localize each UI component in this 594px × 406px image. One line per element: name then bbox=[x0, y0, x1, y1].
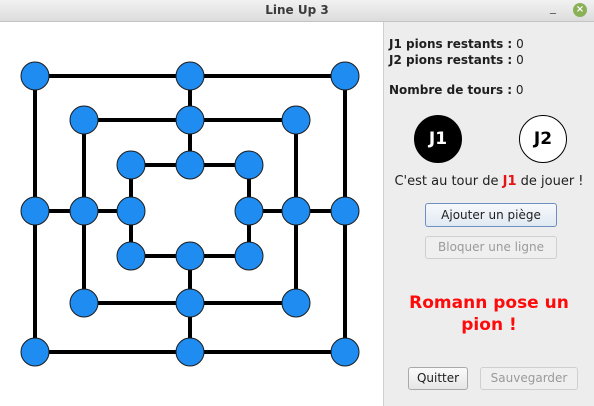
close-icon[interactable]: × bbox=[573, 3, 587, 17]
board-point[interactable] bbox=[175, 150, 205, 180]
board-point[interactable] bbox=[175, 241, 205, 271]
board-point[interactable] bbox=[234, 150, 264, 180]
board-point[interactable] bbox=[69, 196, 99, 226]
board-point[interactable] bbox=[234, 196, 264, 226]
board-point[interactable] bbox=[69, 105, 99, 135]
window-title: Line Up 3 bbox=[265, 3, 329, 17]
turn-suffix: de jouer ! bbox=[516, 174, 584, 189]
board-point[interactable] bbox=[175, 105, 205, 135]
board-point[interactable] bbox=[20, 61, 50, 91]
save-button[interactable]: Sauvegarder bbox=[480, 367, 578, 390]
board-point[interactable] bbox=[175, 288, 205, 318]
turn-player: J1 bbox=[502, 174, 517, 189]
board-point[interactable] bbox=[116, 196, 146, 226]
board-point[interactable] bbox=[116, 241, 146, 271]
board-point[interactable] bbox=[69, 288, 99, 318]
minimize-icon[interactable]: _ bbox=[547, 1, 559, 16]
board-point[interactable] bbox=[330, 61, 360, 91]
status-message: Romann pose un pion ! bbox=[384, 292, 594, 336]
j2-remaining-label: J2 pions restants : bbox=[389, 53, 513, 67]
quit-button[interactable]: Quitter bbox=[408, 367, 468, 390]
j1-remaining-label: J1 pions restants : bbox=[389, 37, 513, 51]
j2-remaining-value: 0 bbox=[516, 53, 524, 67]
board-point[interactable] bbox=[20, 196, 50, 226]
board-point[interactable] bbox=[330, 196, 360, 226]
status-message-line-1: Romann pose un bbox=[409, 293, 569, 313]
turn-count-label: Nombre de tours : bbox=[389, 83, 513, 97]
board-point[interactable] bbox=[281, 105, 311, 135]
j2-remaining: J2 pions restants : 0 bbox=[389, 53, 524, 67]
board-point[interactable] bbox=[281, 196, 311, 226]
side-panel: J1 pions restants : 0 J2 pions restants … bbox=[384, 22, 594, 406]
board-point[interactable] bbox=[175, 61, 205, 91]
board-point[interactable] bbox=[20, 337, 50, 367]
j1-remaining: J1 pions restants : 0 bbox=[389, 37, 524, 51]
board-point[interactable] bbox=[281, 288, 311, 318]
player-1-token: J1 bbox=[414, 115, 462, 163]
status-message-line-2: pion ! bbox=[461, 315, 517, 335]
board-canvas bbox=[20, 61, 360, 367]
player-2-token: J2 bbox=[519, 115, 567, 163]
board-point[interactable] bbox=[175, 337, 205, 367]
add-trap-button[interactable]: Ajouter un piège bbox=[425, 203, 557, 227]
board-point[interactable] bbox=[234, 241, 264, 271]
turn-indicator: C'est au tour de J1 de jouer ! bbox=[384, 174, 594, 189]
turn-count-value: 0 bbox=[515, 83, 524, 97]
game-board bbox=[0, 22, 384, 406]
block-line-button[interactable]: Bloquer une ligne bbox=[425, 236, 557, 259]
turn-prefix: C'est au tour de bbox=[394, 174, 503, 189]
board-point[interactable] bbox=[330, 337, 360, 367]
window-titlebar: Line Up 3 _ × bbox=[0, 0, 594, 22]
turn-count: Nombre de tours : 0 bbox=[389, 83, 524, 97]
j1-remaining-value: 0 bbox=[516, 37, 524, 51]
board-point[interactable] bbox=[116, 150, 146, 180]
